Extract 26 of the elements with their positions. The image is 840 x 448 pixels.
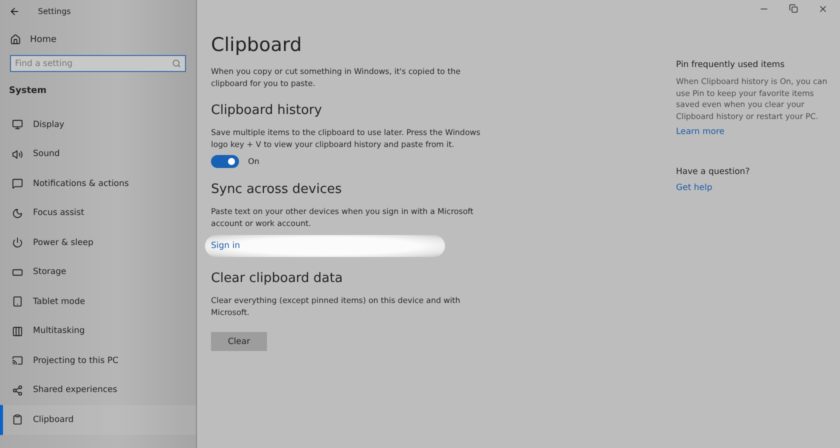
section-heading: System — [9, 86, 48, 96]
home-link[interactable]: Home — [10, 34, 196, 45]
help-link[interactable]: Get help — [676, 183, 834, 193]
section-heading: Sync across devices — [211, 182, 343, 197]
clear-button[interactable]: Clear — [211, 332, 267, 351]
page-title: Clipboard — [211, 34, 303, 56]
sidebar-item[interactable]: Clipboard — [0, 405, 196, 434]
sidebar-item[interactable]: Multitasking — [0, 316, 196, 346]
sidebar-item[interactable]: Display — [0, 110, 196, 140]
question-heading: Have a question? — [676, 167, 751, 177]
sidebar-item[interactable]: Projecting to this PC — [0, 346, 196, 376]
sidebar-item[interactable]: Focus assist — [0, 198, 196, 228]
section-heading: Clipboard history — [211, 103, 323, 118]
toggle-label: On — [248, 157, 260, 166]
window-title: Settings — [38, 6, 71, 16]
sidebar-item[interactable]: Tablet mode — [0, 287, 196, 316]
sign-in-link[interactable]: Sign in — [211, 241, 240, 251]
sidebar-item[interactable]: Shared experiences — [0, 376, 196, 405]
aside-heading: Pin frequently used items — [676, 60, 786, 70]
learn-more-link[interactable]: Learn more — [676, 127, 834, 137]
search-field[interactable]: Find a setting — [10, 55, 186, 72]
sidebar-item[interactable]: Power & sleep — [0, 228, 196, 258]
sidebar-item[interactable]: Notifications & actions — [0, 169, 196, 198]
section-heading: Clear clipboard data — [211, 271, 344, 286]
sidebar-item[interactable]: Sound — [0, 140, 196, 169]
sidebar-item[interactable]: Storage — [0, 258, 196, 287]
